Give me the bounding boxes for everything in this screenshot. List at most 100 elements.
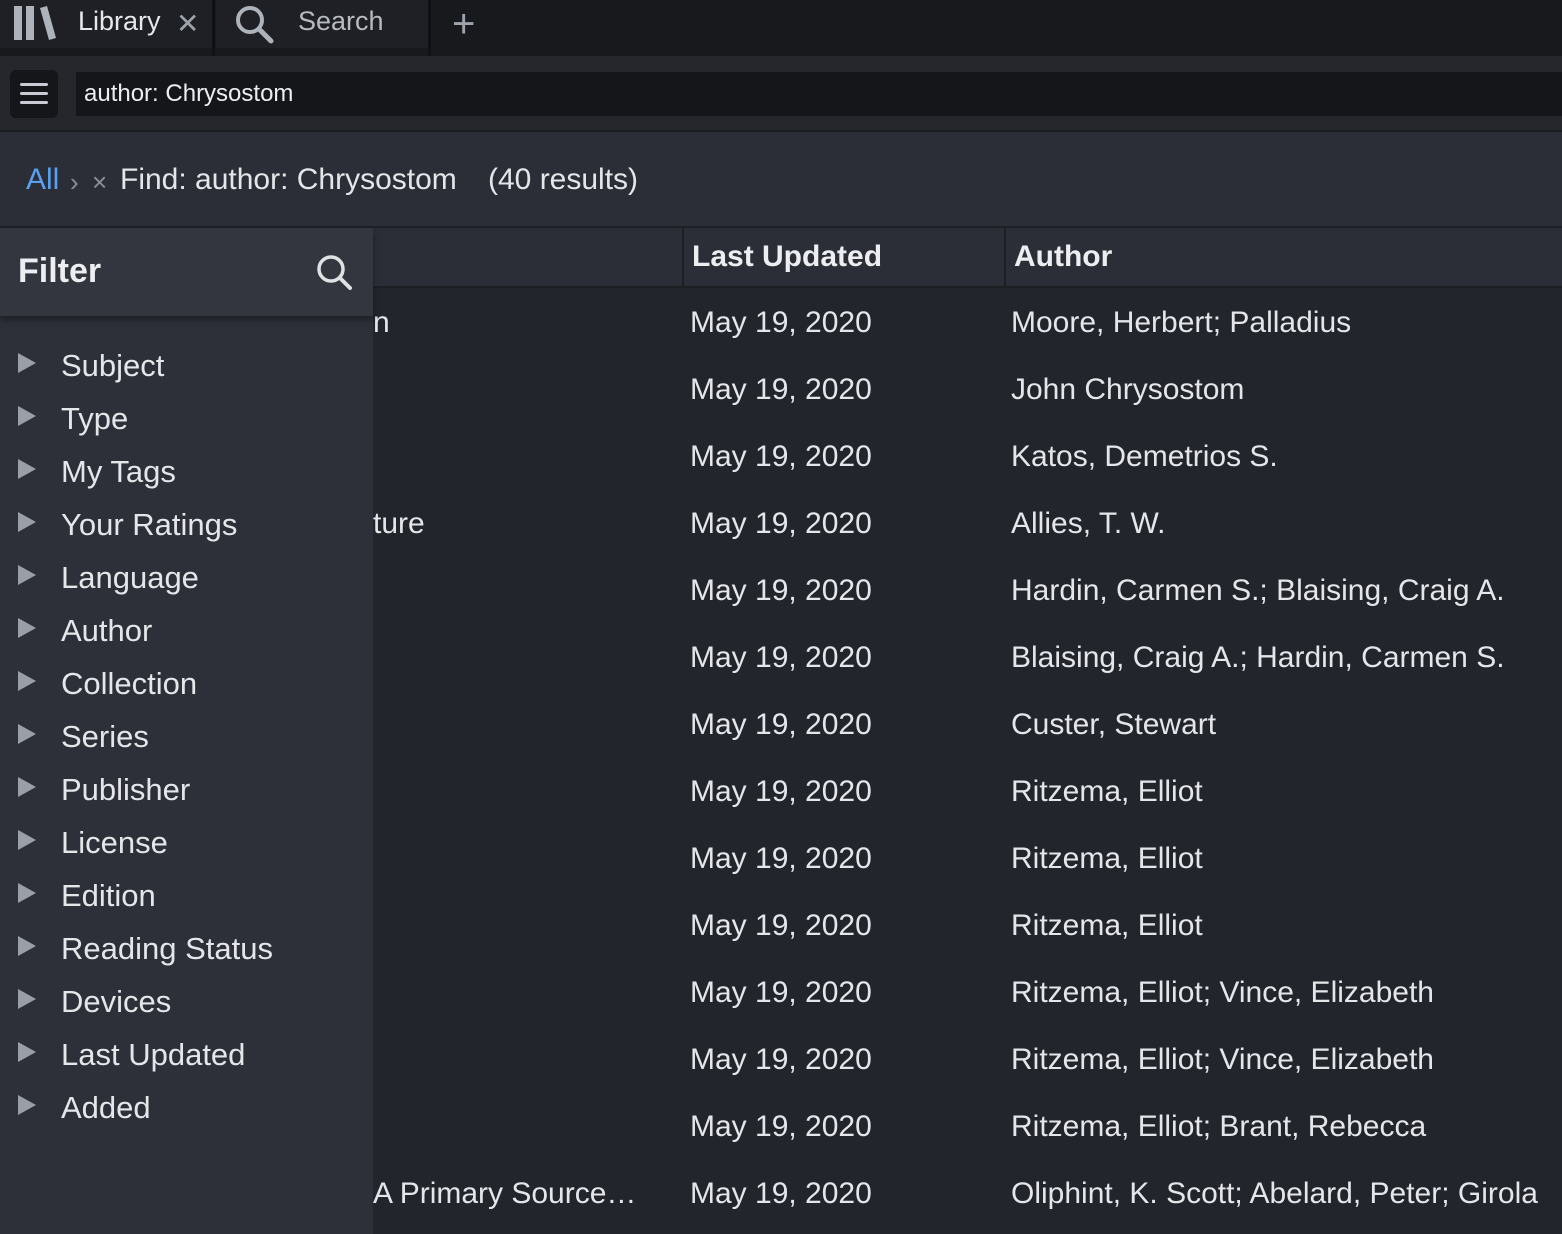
column-header-author[interactable]: Author — [1004, 228, 1562, 288]
cell-author: Oliphint, K. Scott; Abelard, Peter; Giro… — [1011, 1177, 1538, 1210]
cell-author: Hardin, Carmen S.; Blaising, Craig A. — [1011, 574, 1505, 607]
facet-devices[interactable]: Devices — [0, 977, 373, 1030]
cell-author: Ritzema, Elliot — [1011, 775, 1203, 808]
cell-last-updated: May 19, 2020 — [690, 641, 872, 674]
new-tab-button[interactable]: + — [452, 2, 475, 46]
expand-arrow-icon[interactable] — [18, 618, 36, 638]
facet-subject[interactable]: Subject — [0, 341, 373, 394]
close-tab-icon[interactable]: ✕ — [176, 8, 199, 40]
tab-search[interactable]: Search — [216, 0, 428, 48]
expand-arrow-icon[interactable] — [18, 883, 36, 903]
facet-label: Series — [61, 719, 149, 754]
cell-author: Ritzema, Elliot; Vince, Elizabeth — [1011, 976, 1434, 1009]
cell-title — [373, 758, 673, 825]
cell-last-updated: May 19, 2020 — [690, 909, 872, 942]
tab-library[interactable]: Library ✕ — [0, 0, 212, 48]
tab-bar: Library ✕ Search + — [0, 0, 1562, 56]
cell-last-updated: May 19, 2020 — [690, 373, 872, 406]
cell-title — [373, 624, 673, 691]
tab-divider — [428, 0, 431, 56]
facet-label: Subject — [61, 348, 165, 383]
facet-type[interactable]: Type — [0, 394, 373, 447]
facet-your-ratings[interactable]: Your Ratings — [0, 500, 373, 553]
cell-last-updated: May 19, 2020 — [690, 842, 872, 875]
facet-license[interactable]: License — [0, 818, 373, 871]
facet-label: Reading Status — [61, 931, 273, 966]
expand-arrow-icon[interactable] — [18, 1095, 36, 1115]
facet-edition[interactable]: Edition — [0, 871, 373, 924]
facet-author[interactable]: Author — [0, 606, 373, 659]
facet-added[interactable]: Added — [0, 1083, 373, 1136]
expand-arrow-icon[interactable] — [18, 459, 36, 479]
cell-last-updated: May 19, 2020 — [690, 1177, 872, 1210]
filter-panel: Filter Subject Type My Tags Your Ratings Lan… — [0, 228, 373, 1234]
cell-title: A Primary Source… — [373, 1177, 637, 1210]
facet-label: Language — [61, 560, 199, 595]
toolbar — [0, 56, 1562, 132]
filter-title: Filter — [18, 252, 102, 290]
facet-series[interactable]: Series — [0, 712, 373, 765]
facet-reading-status[interactable]: Reading Status — [0, 924, 373, 977]
facet-label: Collection — [61, 666, 198, 701]
cell-title: n — [373, 306, 390, 339]
breadcrumb-all-link[interactable]: All — [26, 162, 59, 198]
cell-author: Katos, Demetrios S. — [1011, 440, 1278, 473]
cell-last-updated: May 19, 2020 — [690, 708, 872, 741]
expand-arrow-icon[interactable] — [18, 565, 36, 585]
expand-arrow-icon[interactable] — [18, 777, 36, 797]
cell-author: Ritzema, Elliot — [1011, 909, 1203, 942]
cell-title: ture — [373, 507, 425, 540]
cell-title — [373, 423, 673, 490]
cell-title — [373, 1026, 673, 1093]
facet-language[interactable]: Language — [0, 553, 373, 606]
cell-author: John Chrysostom — [1011, 373, 1245, 406]
facet-publisher[interactable]: Publisher — [0, 765, 373, 818]
cell-author: Ritzema, Elliot; Brant, Rebecca — [1011, 1110, 1427, 1143]
cell-title — [373, 825, 673, 892]
cell-last-updated: May 19, 2020 — [690, 306, 872, 339]
tab-library-label: Library — [78, 6, 161, 36]
expand-arrow-icon[interactable] — [18, 936, 36, 956]
facet-label: Last Updated — [61, 1037, 246, 1072]
hamburger-menu-icon[interactable] — [10, 70, 58, 118]
cell-author: Ritzema, Elliot — [1011, 842, 1203, 875]
library-books-icon — [14, 6, 58, 40]
facet-my-tags[interactable]: My Tags — [0, 447, 373, 500]
cell-last-updated: May 19, 2020 — [690, 507, 872, 540]
tab-search-label: Search — [298, 6, 384, 36]
facet-label: Devices — [61, 984, 172, 1019]
search-input[interactable] — [76, 72, 1562, 116]
cell-author: Custer, Stewart — [1011, 708, 1217, 741]
facet-collection[interactable]: Collection — [0, 659, 373, 712]
cell-title — [373, 356, 673, 423]
facet-last-updated[interactable]: Last Updated — [0, 1030, 373, 1083]
breadcrumb-current-filter: Find: author: Chrysostom — [120, 163, 457, 196]
expand-arrow-icon[interactable] — [18, 512, 36, 532]
column-header-last-updated[interactable]: Last Updated — [682, 228, 1004, 288]
expand-arrow-icon[interactable] — [18, 724, 36, 744]
expand-arrow-icon[interactable] — [18, 989, 36, 1009]
expand-arrow-icon[interactable] — [18, 830, 36, 850]
facet-label: My Tags — [61, 454, 176, 489]
tab-divider — [212, 0, 215, 56]
facet-label: Added — [61, 1090, 151, 1125]
cell-author: Blaising, Craig A.; Hardin, Carmen S. — [1011, 641, 1505, 674]
cell-title — [373, 691, 673, 758]
expand-arrow-icon[interactable] — [18, 406, 36, 426]
column-header-title[interactable] — [373, 228, 682, 288]
cell-title — [373, 557, 673, 624]
cell-last-updated: May 19, 2020 — [690, 574, 872, 607]
cell-author: Ritzema, Elliot; Vince, Elizabeth — [1011, 1043, 1434, 1076]
cell-last-updated: May 19, 2020 — [690, 976, 872, 1009]
cell-last-updated: May 19, 2020 — [690, 440, 872, 473]
cell-last-updated: May 19, 2020 — [690, 1110, 872, 1143]
expand-arrow-icon[interactable] — [18, 353, 36, 373]
expand-arrow-icon[interactable] — [18, 1042, 36, 1062]
expand-arrow-icon[interactable] — [18, 671, 36, 691]
cell-author: Allies, T. W. — [1011, 507, 1166, 540]
remove-filter-icon[interactable]: × — [92, 164, 107, 200]
cell-author: Moore, Herbert; Palladius — [1011, 306, 1352, 339]
cell-title — [373, 959, 673, 1026]
search-icon[interactable] — [314, 252, 354, 292]
facet-label: Your Ratings — [61, 507, 238, 542]
